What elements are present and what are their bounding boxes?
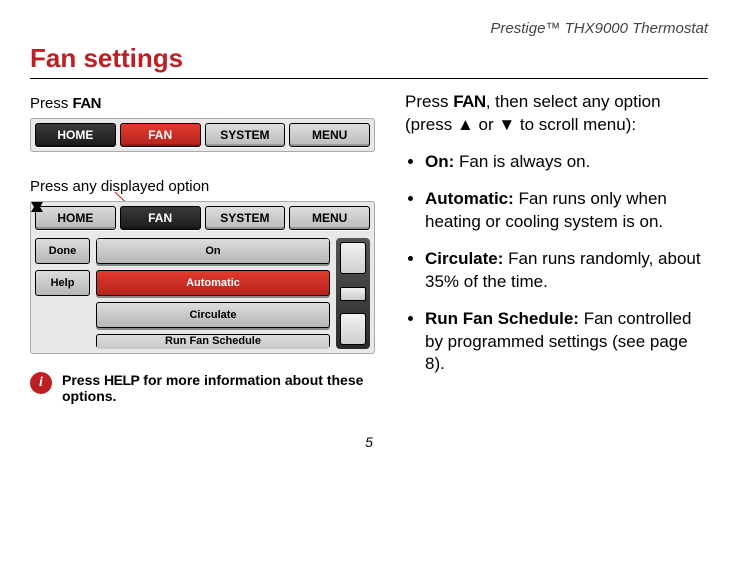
side-buttons: Done Help bbox=[35, 238, 90, 349]
left-column: Press FAN HOME FAN SYSTEM MENU Press any… bbox=[30, 91, 375, 404]
option-list: On Automatic Circulate Run Fan Schedule bbox=[96, 238, 330, 349]
help-word: HELP bbox=[104, 372, 139, 388]
tab-menu[interactable]: MENU bbox=[289, 123, 370, 147]
screenshot-fan-menu: HOME FAN SYSTEM MENU Done Help On Automa… bbox=[30, 201, 375, 354]
option-circulate[interactable]: Circulate bbox=[96, 302, 330, 328]
page: Prestige™ THX9000 Thermostat Fan setting… bbox=[0, 0, 738, 470]
scroll-indicator bbox=[340, 287, 366, 301]
screenshot-tabs-only: HOME FAN SYSTEM MENU bbox=[30, 118, 375, 152]
scroll-down-button[interactable] bbox=[340, 313, 366, 345]
page-number: 5 bbox=[30, 434, 708, 450]
caption-prefix: Press bbox=[30, 95, 73, 112]
info-note: i Press HELP for more information about … bbox=[30, 372, 375, 404]
tab-bar-2: HOME FAN SYSTEM MENU bbox=[35, 206, 370, 230]
tab-bar-1: HOME FAN SYSTEM MENU bbox=[35, 123, 370, 147]
right-column: Press FAN, then select any option (press… bbox=[405, 91, 708, 404]
tab-home-2[interactable]: HOME bbox=[35, 206, 116, 230]
page-title: Fan settings bbox=[30, 43, 708, 79]
desc-automatic: Automatic: Fan runs only when heating or… bbox=[425, 188, 708, 234]
caption-press-fan: Press FAN bbox=[30, 95, 375, 112]
desc-schedule: Run Fan Schedule: Fan con­trolled by pro… bbox=[425, 308, 708, 377]
tab-menu-2[interactable]: MENU bbox=[289, 206, 370, 230]
caption-press-option: Press any displayed option bbox=[30, 178, 375, 195]
desc-sched-label: Run Fan Schedule: bbox=[425, 309, 579, 328]
option-run-fan-schedule-partial[interactable]: Run Fan Schedule bbox=[96, 334, 330, 349]
desc-on-text: Fan is always on. bbox=[454, 152, 590, 171]
option-description-list: On: Fan is always on. Automatic: Fan run… bbox=[405, 151, 708, 377]
desc-circ-label: Circulate: bbox=[425, 249, 503, 268]
help-button[interactable]: Help bbox=[35, 270, 90, 296]
fan-word-inline: FAN bbox=[453, 92, 486, 111]
option-automatic-selected[interactable]: Automatic bbox=[96, 270, 330, 296]
info-text: Press HELP for more information about th… bbox=[62, 372, 372, 404]
option-on[interactable]: On bbox=[96, 238, 330, 264]
scroll-column bbox=[336, 238, 370, 349]
intro-before: Press bbox=[405, 92, 453, 111]
done-button[interactable]: Done bbox=[35, 238, 90, 264]
product-name: Prestige™ THX9000 Thermostat bbox=[30, 20, 708, 37]
desc-on-label: On: bbox=[425, 152, 454, 171]
desc-auto-label: Automatic: bbox=[425, 189, 514, 208]
fan-word: FAN bbox=[73, 95, 102, 112]
desc-on: On: Fan is always on. bbox=[425, 151, 708, 174]
desc-circulate: Circulate: Fan runs randomly, about 35% … bbox=[425, 248, 708, 294]
intro-paragraph: Press FAN, then select any option (press… bbox=[405, 91, 708, 137]
tab-system[interactable]: SYSTEM bbox=[205, 123, 286, 147]
info-text-before: Press bbox=[62, 372, 104, 388]
tab-home[interactable]: HOME bbox=[35, 123, 116, 147]
scroll-up-button[interactable] bbox=[340, 242, 366, 274]
tab-system-2[interactable]: SYSTEM bbox=[205, 206, 286, 230]
info-icon: i bbox=[30, 372, 52, 394]
tab-fan-active[interactable]: FAN bbox=[120, 123, 201, 147]
tab-fan-2[interactable]: FAN bbox=[120, 206, 201, 230]
